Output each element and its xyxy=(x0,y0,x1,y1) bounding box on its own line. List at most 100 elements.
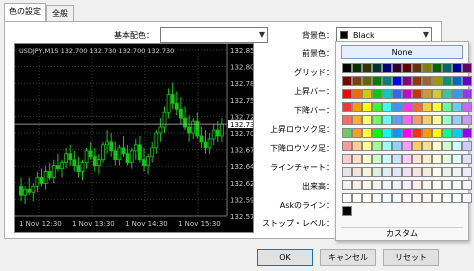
color-swatch[interactable] xyxy=(402,102,412,112)
color-swatch[interactable] xyxy=(402,154,412,164)
color-swatch[interactable] xyxy=(422,89,432,99)
color-swatch[interactable] xyxy=(352,63,362,73)
color-swatch[interactable] xyxy=(342,154,352,164)
color-swatch[interactable] xyxy=(352,128,362,138)
color-swatch[interactable] xyxy=(342,206,352,216)
tab-color-settings[interactable]: 色の設定 xyxy=(4,3,46,22)
color-swatch[interactable] xyxy=(412,154,422,164)
color-swatch[interactable] xyxy=(402,63,412,73)
color-swatch[interactable] xyxy=(382,115,392,125)
color-swatch[interactable] xyxy=(372,89,382,99)
color-swatch[interactable] xyxy=(402,167,412,177)
color-swatch[interactable] xyxy=(462,154,472,164)
color-swatch[interactable] xyxy=(362,167,372,177)
color-swatch[interactable] xyxy=(422,76,432,86)
color-swatch[interactable] xyxy=(402,193,412,203)
color-swatch[interactable] xyxy=(342,63,352,73)
color-swatch[interactable] xyxy=(462,167,472,177)
color-swatch[interactable] xyxy=(412,128,422,138)
color-swatch[interactable] xyxy=(462,115,472,125)
color-swatch[interactable] xyxy=(422,102,432,112)
color-swatch[interactable] xyxy=(412,115,422,125)
color-swatch[interactable] xyxy=(412,89,422,99)
color-swatch[interactable] xyxy=(402,141,412,151)
color-swatch[interactable] xyxy=(422,193,432,203)
color-swatch[interactable] xyxy=(362,115,372,125)
none-color-button[interactable]: None xyxy=(341,45,463,59)
color-swatch[interactable] xyxy=(462,193,472,203)
color-swatch[interactable] xyxy=(432,167,442,177)
color-swatch[interactable] xyxy=(392,63,402,73)
color-swatch[interactable] xyxy=(412,167,422,177)
color-swatch[interactable] xyxy=(372,154,382,164)
color-swatch[interactable] xyxy=(382,102,392,112)
color-swatch[interactable] xyxy=(432,63,442,73)
color-swatch[interactable] xyxy=(372,63,382,73)
color-swatch[interactable] xyxy=(432,193,442,203)
color-swatch[interactable] xyxy=(452,154,462,164)
color-swatch[interactable] xyxy=(442,89,452,99)
cancel-button[interactable]: キャンセル xyxy=(320,249,376,266)
color-swatch[interactable] xyxy=(362,154,372,164)
color-swatch[interactable] xyxy=(372,167,382,177)
color-swatch[interactable] xyxy=(362,180,372,190)
color-swatch[interactable] xyxy=(432,180,442,190)
color-swatch[interactable] xyxy=(372,128,382,138)
color-swatch[interactable] xyxy=(372,141,382,151)
color-swatch[interactable] xyxy=(452,63,462,73)
color-swatch[interactable] xyxy=(422,141,432,151)
color-swatch[interactable] xyxy=(382,63,392,73)
custom-color-button[interactable]: カスタム xyxy=(341,227,463,239)
color-swatch[interactable] xyxy=(382,128,392,138)
color-swatch[interactable] xyxy=(442,193,452,203)
color-swatch[interactable] xyxy=(442,128,452,138)
color-swatch[interactable] xyxy=(372,76,382,86)
color-swatch[interactable] xyxy=(412,141,422,151)
color-swatch[interactable] xyxy=(422,180,432,190)
color-swatch[interactable] xyxy=(442,154,452,164)
color-swatch[interactable] xyxy=(432,76,442,86)
color-swatch[interactable] xyxy=(452,167,462,177)
color-swatch[interactable] xyxy=(352,180,362,190)
color-swatch[interactable] xyxy=(442,115,452,125)
color-swatch[interactable] xyxy=(352,115,362,125)
color-swatch[interactable] xyxy=(392,154,402,164)
color-swatch[interactable] xyxy=(452,128,462,138)
color-swatch[interactable] xyxy=(422,63,432,73)
color-swatch[interactable] xyxy=(422,167,432,177)
color-swatch[interactable] xyxy=(432,141,442,151)
color-swatch[interactable] xyxy=(402,128,412,138)
color-swatch[interactable] xyxy=(402,76,412,86)
color-swatch[interactable] xyxy=(352,141,362,151)
color-swatch[interactable] xyxy=(382,89,392,99)
color-swatch[interactable] xyxy=(432,89,442,99)
color-swatch[interactable] xyxy=(392,76,402,86)
color-swatch[interactable] xyxy=(362,76,372,86)
color-swatch[interactable] xyxy=(422,128,432,138)
color-swatch[interactable] xyxy=(412,76,422,86)
color-swatch[interactable] xyxy=(352,102,362,112)
color-swatch[interactable] xyxy=(362,128,372,138)
color-swatch[interactable] xyxy=(422,115,432,125)
color-swatch[interactable] xyxy=(342,180,352,190)
color-swatch[interactable] xyxy=(372,193,382,203)
tab-general[interactable]: 全般 xyxy=(46,5,74,21)
color-swatch[interactable] xyxy=(342,193,352,203)
color-swatch[interactable] xyxy=(402,115,412,125)
color-swatch[interactable] xyxy=(352,193,362,203)
color-swatch[interactable] xyxy=(412,102,422,112)
color-swatch[interactable] xyxy=(382,76,392,86)
color-swatch[interactable] xyxy=(412,180,422,190)
color-swatch[interactable] xyxy=(392,167,402,177)
color-swatch[interactable] xyxy=(422,154,432,164)
color-swatch[interactable] xyxy=(382,180,392,190)
color-swatch[interactable] xyxy=(362,89,372,99)
color-swatch[interactable] xyxy=(452,180,462,190)
ok-button[interactable]: OK xyxy=(257,249,313,266)
color-swatch[interactable] xyxy=(452,76,462,86)
color-swatch[interactable] xyxy=(342,167,352,177)
color-swatch[interactable] xyxy=(462,63,472,73)
color-swatch[interactable] xyxy=(432,154,442,164)
color-swatch[interactable] xyxy=(382,154,392,164)
color-swatch[interactable] xyxy=(342,141,352,151)
